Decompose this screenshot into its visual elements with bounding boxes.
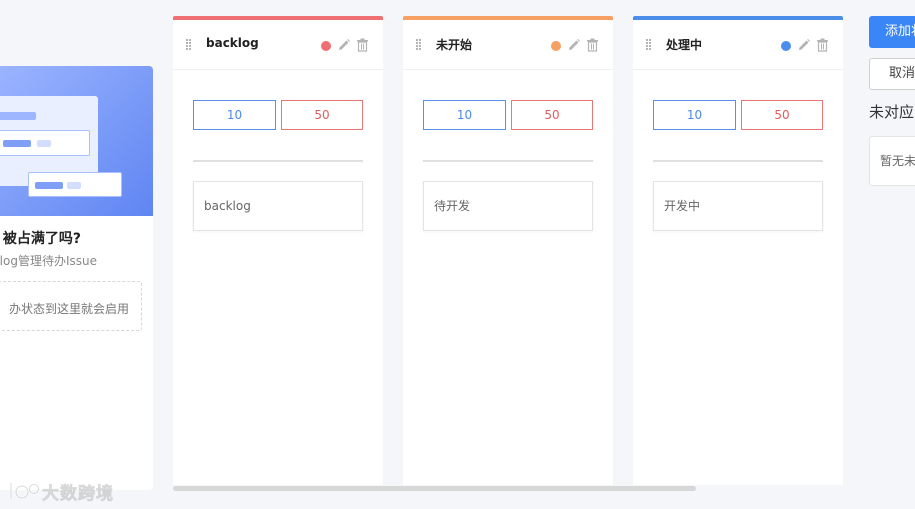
unmatched-status-empty: 暂无未 xyxy=(869,136,915,186)
drag-handle-icon[interactable] xyxy=(416,39,424,51)
status-column-backlog[interactable]: backlog 10 50 backlog xyxy=(173,16,383,485)
trash-icon[interactable] xyxy=(356,38,369,52)
trash-icon[interactable] xyxy=(586,38,599,52)
wip-limits: 10 50 xyxy=(653,100,823,130)
status-card[interactable]: backlog xyxy=(193,181,363,231)
column-divider xyxy=(423,160,593,162)
backlog-drop-zone[interactable]: 办状态到这里就会启用 xyxy=(0,281,142,331)
intro-subtitle: klog管理待办Issue xyxy=(0,254,97,268)
status-card[interactable]: 待开发 xyxy=(423,181,593,231)
column-header: 处理中 xyxy=(633,20,843,70)
trash-icon[interactable] xyxy=(816,38,829,52)
status-color-dot[interactable] xyxy=(321,41,331,51)
max-limit-input[interactable]: 50 xyxy=(281,100,363,130)
intro-title: 被占满了吗? xyxy=(2,231,81,247)
status-column-in-progress[interactable]: 处理中 10 50 开发中 xyxy=(633,16,843,485)
status-card[interactable]: 开发中 xyxy=(653,181,823,231)
max-limit-input[interactable]: 50 xyxy=(511,100,593,130)
max-limit-input[interactable]: 50 xyxy=(741,100,823,130)
column-header: backlog xyxy=(173,20,383,70)
backlog-intro-card: 被占满了吗? klog管理待办Issue 办状态到这里就会启用 xyxy=(0,66,153,490)
column-name: 未开始 xyxy=(436,38,473,52)
cancel-button[interactable]: 取消 xyxy=(869,58,915,90)
min-limit-input[interactable]: 10 xyxy=(423,100,506,130)
column-header: 未开始 xyxy=(403,20,613,70)
status-column-not-started[interactable]: 未开始 10 50 待开发 xyxy=(403,16,613,485)
wip-limits: 10 50 xyxy=(423,100,593,130)
drag-handle-icon[interactable] xyxy=(186,39,194,51)
status-color-dot[interactable] xyxy=(551,41,561,51)
watermark-logo-icon xyxy=(9,483,40,500)
watermark-text: 大数跨境 xyxy=(42,483,114,504)
column-divider xyxy=(193,160,363,162)
horizontal-scrollbar-thumb[interactable] xyxy=(173,486,696,491)
pencil-icon[interactable] xyxy=(337,38,351,52)
min-limit-input[interactable]: 10 xyxy=(653,100,736,130)
column-name: backlog xyxy=(206,36,259,50)
min-limit-input[interactable]: 10 xyxy=(193,100,276,130)
backlog-illustration xyxy=(0,66,153,216)
pencil-icon[interactable] xyxy=(797,38,811,52)
watermark: 大数跨境 xyxy=(8,478,114,504)
add-status-button[interactable]: 添加状 xyxy=(869,16,915,48)
unmatched-status-title: 未对应 xyxy=(869,103,915,121)
wip-limits: 10 50 xyxy=(193,100,363,130)
drop-zone-hint: 办状态到这里就会启用 xyxy=(8,302,129,316)
column-divider xyxy=(653,160,823,162)
column-name: 处理中 xyxy=(666,38,703,52)
status-color-dot[interactable] xyxy=(781,41,791,51)
drag-handle-icon[interactable] xyxy=(646,39,654,51)
pencil-icon[interactable] xyxy=(567,38,581,52)
